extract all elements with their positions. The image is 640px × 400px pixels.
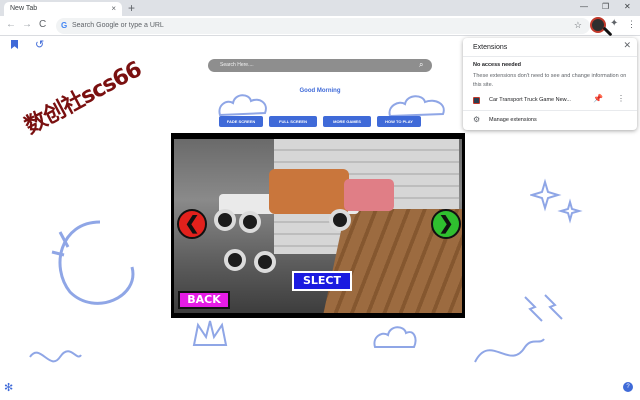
truck-hood [344, 179, 394, 211]
extension-name[interactable]: Car Transport Truck Game New... [489, 97, 571, 103]
new-tab-button[interactable]: + [128, 1, 135, 15]
pin-icon[interactable]: 📌 [593, 94, 603, 103]
extension-app-icon [473, 97, 480, 104]
popup-divider [463, 56, 637, 57]
watermark-text: 数创社scs66 [20, 57, 146, 140]
popup-close-icon[interactable]: ✕ [623, 40, 631, 51]
game-back-button[interactable]: BACK [178, 291, 230, 309]
manage-extensions-link[interactable]: Manage extensions [489, 117, 537, 123]
search-input[interactable]: Search Here.... [208, 59, 432, 72]
popup-divider-2 [463, 110, 637, 111]
cloud-doodle-icon-3 [373, 326, 417, 348]
restore-button[interactable]: ❐ [602, 2, 609, 11]
crown-doodle-icon [192, 320, 228, 346]
bookmark-icon[interactable] [11, 40, 18, 49]
truck-wheel [224, 249, 246, 271]
no-access-heading: No access needed [473, 62, 521, 68]
browser-toolbar: ← → C G Search Google or type a URL ☆ [0, 16, 640, 36]
how-to-play-button[interactable]: HOW TO PLAY [377, 116, 421, 127]
search-icon[interactable]: ⌕ [419, 60, 423, 70]
select-truck-button[interactable]: SLECT [292, 271, 352, 291]
scribble-doodle-icon [474, 338, 545, 363]
settings-gear-icon[interactable]: ✻ [4, 381, 13, 394]
minimize-button[interactable]: — [580, 2, 588, 11]
previous-truck-button[interactable]: ❮ [177, 209, 207, 239]
tab-close-icon[interactable]: × [111, 4, 116, 13]
omnibox[interactable]: G Search Google or type a URL ☆ [56, 18, 590, 34]
back-arrow-icon[interactable]: ← [6, 19, 16, 30]
google-icon: G [61, 21, 68, 30]
full-screen-button[interactable]: FULL SCREEN [269, 116, 317, 127]
truck-cab [269, 169, 349, 214]
help-icon[interactable]: ? [623, 382, 633, 392]
forward-arrow-icon[interactable]: → [22, 19, 32, 30]
extensions-popup: Extensions ✕ No access needed These exte… [463, 38, 637, 130]
extensions-puzzle-icon[interactable]: ✦ [610, 18, 618, 29]
omnibox-placeholder: Search Google or type a URL [72, 22, 164, 29]
no-access-description: These extensions don't need to see and c… [473, 73, 627, 88]
bookmark-star-icon[interactable]: ☆ [574, 20, 582, 31]
next-truck-button[interactable]: ❯ [431, 209, 461, 239]
reload-icon[interactable]: C [39, 19, 46, 30]
more-games-button[interactable]: MORE GAMES [323, 116, 371, 127]
tab-title: New Tab [10, 5, 38, 12]
wave-doodle-icon [29, 350, 82, 363]
tab-new-tab[interactable]: New Tab × [4, 2, 122, 16]
lightning-doodle-icon [524, 294, 563, 322]
sparkles-doodle-icon [530, 178, 583, 224]
truck-wheel [329, 209, 351, 231]
truck-wheel [239, 211, 261, 233]
garage-scene: ❮ ❯ SLECT BACK [174, 139, 462, 313]
search-placeholder: Search Here.... [220, 62, 254, 68]
history-icon[interactable]: ↺ [35, 38, 44, 51]
cloud-doodle-icon [218, 94, 267, 117]
greeting-text: Good Morning [299, 88, 341, 94]
truck-wheel [214, 209, 236, 231]
popup-title: Extensions [473, 44, 508, 51]
manage-gear-icon: ⚙ [473, 115, 481, 124]
game-canvas[interactable]: ❮ ❯ SLECT BACK [171, 133, 465, 318]
truck-wheel [254, 251, 276, 273]
fade-screen-button[interactable]: FADE SCREEN [219, 116, 263, 127]
tab-strip: New Tab × + — ❐ ✕ [0, 0, 640, 16]
extension-more-icon[interactable]: ⋮ [617, 94, 625, 103]
swirl-doodle-icon [51, 220, 135, 305]
close-window-button[interactable]: ✕ [624, 2, 631, 11]
chrome-menu-icon[interactable]: ⋮ [627, 19, 636, 30]
